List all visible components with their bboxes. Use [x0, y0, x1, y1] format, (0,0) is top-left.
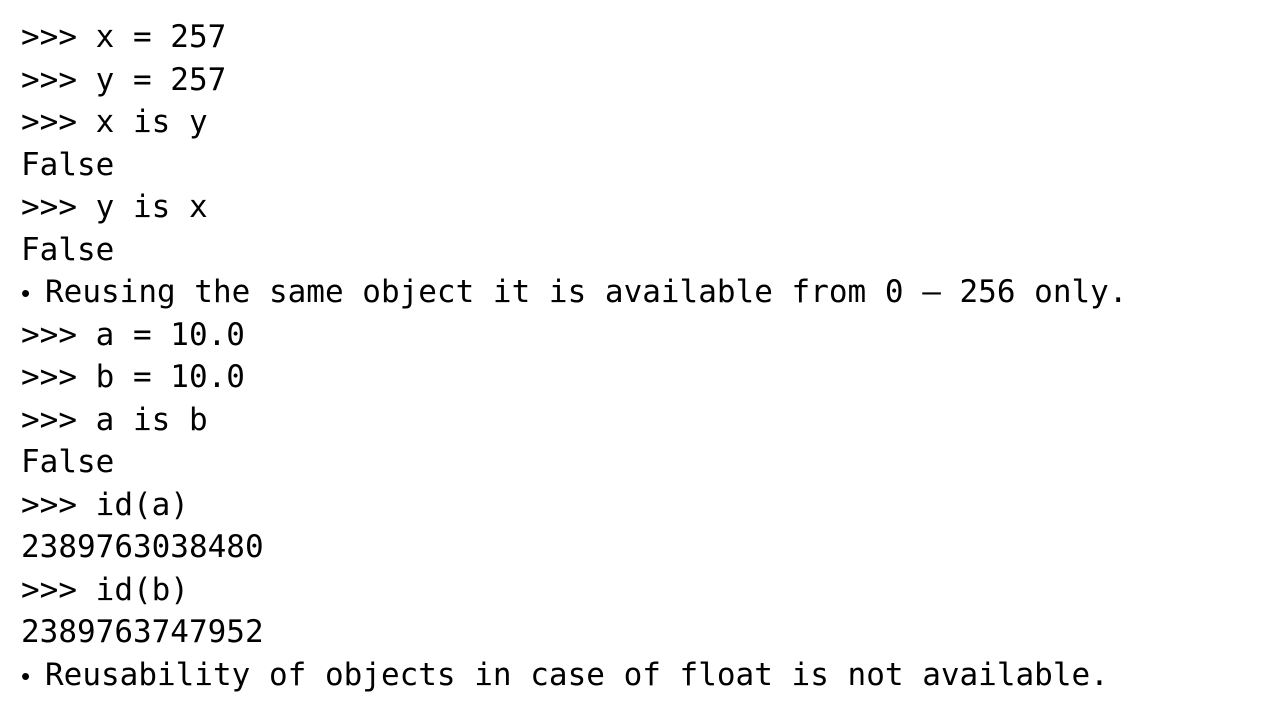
slide-content: >>> x = 257 >>> y = 257 >>> x is y False… [21, 16, 1261, 696]
code-line: >>> id(b) [21, 571, 189, 608]
bullet-text: Reusing the same object it is available … [45, 274, 1128, 310]
code-line: >>> y is x [21, 189, 208, 225]
code-line: >>> a is b [21, 401, 208, 438]
code-line: >>> x is y [21, 104, 208, 140]
output-line: 2389763747952 [21, 614, 264, 650]
bullet-icon: • [21, 660, 31, 691]
bullet-text: Reusability of objects in case of float … [45, 656, 1109, 693]
bullet-icon: • [21, 278, 31, 308]
slide: >>> x = 257 >>> y = 257 >>> x is y False… [0, 0, 1280, 720]
output-line: 2389763038480 [21, 529, 264, 565]
output-line: False [21, 444, 115, 480]
bullet-point: • Reusability of objects in case of float… [21, 654, 1261, 697]
code-line: >>> a = 10.0 [21, 316, 245, 353]
code-line: >>> x = 257 [21, 19, 227, 55]
code-line: >>> b = 10.0 [21, 359, 245, 395]
code-line: >>> id(a) [21, 486, 189, 523]
output-line: False [21, 146, 115, 183]
bullet-point: • Reusing the same object it is available… [21, 271, 1261, 314]
code-line: >>> y = 257 [21, 61, 227, 98]
output-line: False [21, 231, 115, 268]
